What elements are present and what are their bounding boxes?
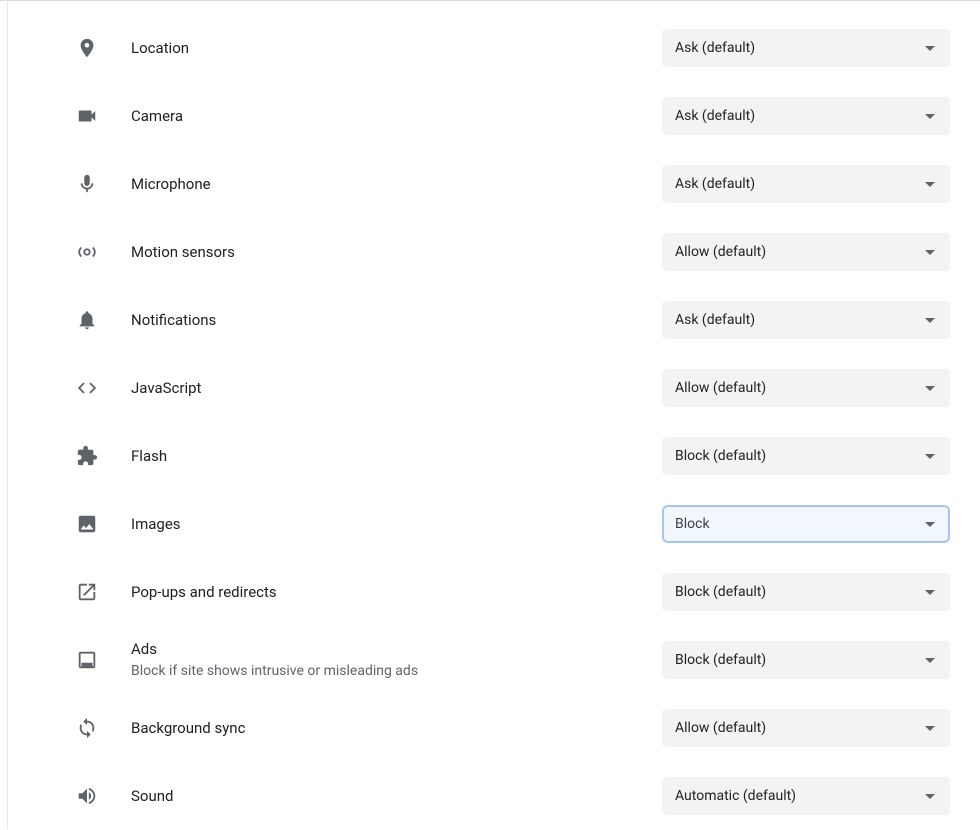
chevron-down-icon (925, 726, 935, 731)
setting-text-sound: Sound (99, 786, 662, 806)
setting-label: Images (131, 514, 642, 534)
dropdown-popups[interactable]: Block (default) (662, 573, 950, 611)
setting-row-javascript: JavaScript Allow (default) (75, 354, 950, 422)
setting-label: Notifications (131, 310, 642, 330)
setting-text-background-sync: Background sync (99, 718, 662, 738)
left-border (7, 0, 8, 829)
setting-label: Pop-ups and redirects (131, 582, 642, 602)
setting-label: Ads (131, 639, 642, 659)
setting-row-ads: Ads Block if site shows intrusive or mis… (75, 626, 950, 694)
chevron-down-icon (925, 386, 935, 391)
dropdown-value: Block (675, 516, 925, 532)
setting-text-ads: Ads Block if site shows intrusive or mis… (99, 639, 662, 681)
chevron-down-icon (925, 46, 935, 51)
dropdown-value: Ask (default) (675, 108, 925, 124)
ads-icon (75, 648, 99, 672)
dropdown-notifications[interactable]: Ask (default) (662, 301, 950, 339)
setting-label: JavaScript (131, 378, 642, 398)
chevron-down-icon (925, 182, 935, 187)
setting-row-motion-sensors: Motion sensors Allow (default) (75, 218, 950, 286)
setting-row-location: Location Ask (default) (75, 14, 950, 82)
dropdown-ads[interactable]: Block (default) (662, 641, 950, 679)
dropdown-value: Block (default) (675, 584, 925, 600)
chevron-down-icon (925, 454, 935, 459)
dropdown-images[interactable]: Block (662, 505, 950, 543)
setting-text-flash: Flash (99, 446, 662, 466)
chevron-down-icon (925, 114, 935, 119)
setting-label: Microphone (131, 174, 642, 194)
setting-label: Flash (131, 446, 642, 466)
camera-icon (75, 104, 99, 128)
dropdown-sound[interactable]: Automatic (default) (662, 777, 950, 815)
dropdown-value: Automatic (default) (675, 788, 925, 804)
setting-row-sound: Sound Automatic (default) (75, 762, 950, 830)
setting-text-motion-sensors: Motion sensors (99, 242, 662, 262)
setting-label: Location (131, 38, 642, 58)
setting-sublabel: Block if site shows intrusive or mislead… (131, 661, 642, 681)
setting-text-microphone: Microphone (99, 174, 662, 194)
dropdown-value: Allow (default) (675, 244, 925, 260)
flash-icon (75, 444, 99, 468)
setting-text-location: Location (99, 38, 662, 58)
motion-sensors-icon (75, 240, 99, 264)
dropdown-javascript[interactable]: Allow (default) (662, 369, 950, 407)
setting-row-microphone: Microphone Ask (default) (75, 150, 950, 218)
dropdown-value: Allow (default) (675, 380, 925, 396)
top-border (0, 0, 980, 1)
dropdown-camera[interactable]: Ask (default) (662, 97, 950, 135)
chevron-down-icon (925, 590, 935, 595)
setting-text-images: Images (99, 514, 662, 534)
setting-row-background-sync: Background sync Allow (default) (75, 694, 950, 762)
chevron-down-icon (925, 658, 935, 663)
dropdown-flash[interactable]: Block (default) (662, 437, 950, 475)
location-icon (75, 36, 99, 60)
setting-row-notifications: Notifications Ask (default) (75, 286, 950, 354)
setting-row-popups: Pop-ups and redirects Block (default) (75, 558, 950, 626)
sound-icon (75, 784, 99, 808)
dropdown-value: Ask (default) (675, 312, 925, 328)
setting-label: Motion sensors (131, 242, 642, 262)
dropdown-microphone[interactable]: Ask (default) (662, 165, 950, 203)
site-settings-list: Location Ask (default) Camera Ask (defau… (0, 0, 980, 830)
popups-icon (75, 580, 99, 604)
background-sync-icon (75, 716, 99, 740)
setting-row-camera: Camera Ask (default) (75, 82, 950, 150)
setting-text-notifications: Notifications (99, 310, 662, 330)
javascript-icon (75, 376, 99, 400)
dropdown-value: Allow (default) (675, 720, 925, 736)
dropdown-value: Ask (default) (675, 40, 925, 56)
setting-text-camera: Camera (99, 106, 662, 126)
dropdown-value: Block (default) (675, 448, 925, 464)
setting-row-flash: Flash Block (default) (75, 422, 950, 490)
dropdown-value: Block (default) (675, 652, 925, 668)
setting-label: Sound (131, 786, 642, 806)
notifications-icon (75, 308, 99, 332)
microphone-icon (75, 172, 99, 196)
images-icon (75, 512, 99, 536)
dropdown-motion-sensors[interactable]: Allow (default) (662, 233, 950, 271)
dropdown-background-sync[interactable]: Allow (default) (662, 709, 950, 747)
chevron-down-icon (925, 318, 935, 323)
chevron-down-icon (925, 794, 935, 799)
setting-text-popups: Pop-ups and redirects (99, 582, 662, 602)
chevron-down-icon (925, 522, 935, 527)
dropdown-value: Ask (default) (675, 176, 925, 192)
setting-label: Background sync (131, 718, 642, 738)
chevron-down-icon (925, 250, 935, 255)
setting-label: Camera (131, 106, 642, 126)
setting-text-javascript: JavaScript (99, 378, 662, 398)
dropdown-location[interactable]: Ask (default) (662, 29, 950, 67)
setting-row-images: Images Block (75, 490, 950, 558)
